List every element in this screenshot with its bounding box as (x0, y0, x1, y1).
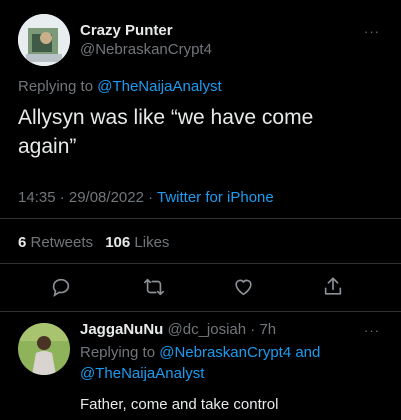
retweets-label: Retweets (26, 234, 94, 251)
divider (0, 263, 401, 264)
replying-to-link[interactable]: @TheNaijaAnalyst (97, 78, 221, 95)
tweet-meta: 14:35 · 29/08/2022 · Twitter for iPhone (18, 189, 274, 206)
avatar-photo (18, 14, 70, 66)
reply-replying-to-link-2[interactable]: @TheNaijaAnalyst (80, 365, 204, 382)
tweet-text-line-1: Allysyn was like “we have come (18, 106, 314, 129)
likes-label: Likes (130, 234, 170, 251)
author-handle[interactable]: @NebraskanCrypt4 (80, 41, 212, 58)
like-icon[interactable] (232, 276, 255, 298)
tweet-text-line-2: again” (18, 135, 77, 158)
retweets-stat[interactable]: 6 Retweets (18, 234, 93, 251)
replying-prefix: Replying to (18, 78, 98, 95)
reply-icon[interactable] (50, 276, 72, 298)
reply-author-handle[interactable]: @dc_josiah (168, 321, 247, 338)
reply-replying-to-link-1[interactable]: @NebraskanCrypt4 (159, 344, 291, 361)
reply-author-name[interactable]: JaggaNuNu (80, 321, 163, 338)
share-icon[interactable] (322, 275, 344, 298)
tweet-timestamp[interactable]: 14:35 · 29/08/2022 · (18, 189, 157, 206)
reply-more-options-icon[interactable]: ··· (364, 323, 380, 338)
replying-to-line: Replying to @TheNaijaAnalyst (18, 78, 222, 95)
tweet-stats: 6 Retweets 106 Likes (18, 234, 169, 251)
author-name[interactable]: Crazy Punter (80, 22, 173, 39)
reply-text: Father, come and take control (80, 396, 279, 413)
likes-count: 106 (105, 234, 131, 251)
reply-avatar-photo (18, 323, 70, 375)
divider (0, 218, 401, 219)
more-options-icon[interactable]: ··· (364, 24, 380, 39)
reply-replying-prefix: Replying to (80, 344, 160, 361)
retweet-icon[interactable] (142, 276, 166, 298)
reply-and-word: and (291, 344, 321, 361)
divider (0, 311, 401, 312)
reply-header: JaggaNuNu @dc_josiah · 7h (80, 321, 276, 338)
tweet-source[interactable]: Twitter for iPhone (157, 189, 274, 206)
likes-stat[interactable]: 106 Likes (105, 234, 169, 251)
reply-replying-to-line: Replying to @NebraskanCrypt4 and (80, 344, 320, 361)
reply-age[interactable]: · 7h (250, 321, 276, 338)
author-avatar[interactable] (18, 14, 70, 66)
reply-author-avatar[interactable] (18, 323, 70, 375)
